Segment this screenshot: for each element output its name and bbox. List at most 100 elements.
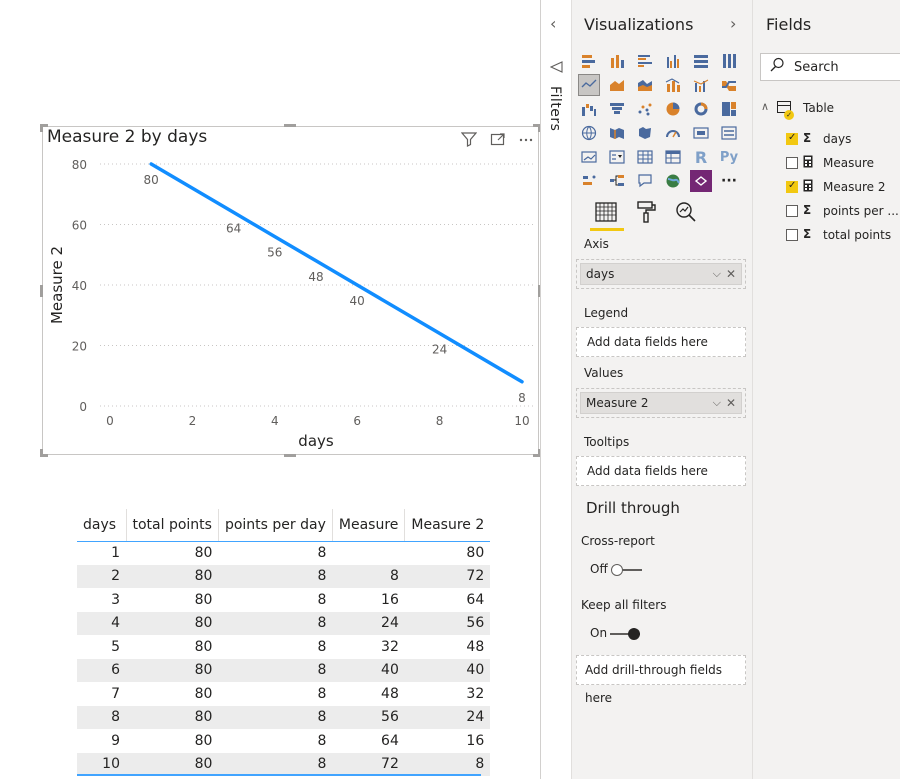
table-row[interactable]: 4 80 8 24 56 [77, 611, 491, 635]
axis-well[interactable]: days ⌵ ✕ [576, 259, 746, 289]
matrix-icon[interactable] [662, 146, 684, 168]
resize-handle[interactable] [40, 124, 43, 132]
table-row[interactable]: 8 80 8 56 24 [77, 705, 491, 729]
ribbon-chart-icon[interactable] [718, 74, 740, 96]
visual-type-gallery: R Py ··· [578, 50, 746, 194]
map-icon[interactable] [578, 122, 600, 144]
values-field-pill[interactable]: Measure 2 ⌵ ✕ [580, 392, 742, 414]
resize-handle[interactable] [40, 449, 43, 457]
resize-handle[interactable] [284, 454, 296, 457]
kpi-icon[interactable] [578, 146, 600, 168]
gauge-icon[interactable] [662, 122, 684, 144]
column-header[interactable]: days [77, 509, 126, 542]
fields-well-icon[interactable] [594, 200, 618, 226]
line-chart-icon[interactable] [578, 74, 600, 96]
chevron-down-icon[interactable]: ⌵ [713, 393, 721, 413]
table-cell: 40 [332, 658, 405, 682]
slicer-icon[interactable] [606, 146, 628, 168]
remove-field-icon[interactable]: ✕ [726, 264, 736, 284]
decomposition-tree-icon[interactable] [606, 170, 628, 192]
table-row[interactable]: 9 80 8 64 16 [77, 729, 490, 753]
key-influencers-icon[interactable] [578, 170, 600, 192]
table-icon[interactable] [634, 146, 656, 168]
field-item[interactable]: Measure [786, 155, 900, 173]
column-header[interactable]: Measure [331, 509, 405, 542]
table-cell: 2 [77, 564, 126, 588]
line-and-stacked-column-icon[interactable] [662, 74, 684, 96]
analytics-icon[interactable] [674, 200, 698, 226]
table-row[interactable]: 5 80 8 32 48 [77, 635, 490, 659]
shape-map-icon[interactable] [634, 122, 656, 144]
legend-well[interactable]: Add data fields here [576, 327, 746, 357]
field-checkbox[interactable] [786, 229, 798, 241]
field-checkbox[interactable] [786, 132, 798, 145]
arcgis-map-icon[interactable] [662, 170, 684, 192]
get-more-visuals-icon[interactable]: ··· [718, 170, 740, 192]
table-row[interactable]: 2 80 8 8 72 [77, 564, 491, 588]
field-checkbox[interactable] [786, 157, 798, 169]
line-and-clustered-column-icon[interactable] [690, 74, 712, 96]
clustered-bar-chart-icon[interactable] [634, 50, 656, 72]
chevron-down-icon[interactable]: ⌵ [713, 264, 721, 284]
card-icon[interactable] [690, 122, 712, 144]
chevron-right-icon[interactable]: › [730, 14, 736, 33]
chevron-left-icon[interactable]: ‹ [550, 14, 556, 33]
remove-field-icon[interactable]: ✕ [726, 393, 736, 413]
100-stacked-bar-icon[interactable] [690, 50, 712, 72]
values-well[interactable]: Measure 2 ⌵ ✕ [576, 388, 746, 418]
column-header[interactable]: points per day [217, 509, 333, 542]
field-checkbox[interactable] [786, 205, 798, 217]
stacked-bar-chart-icon[interactable] [578, 50, 600, 72]
scatter-chart-icon[interactable] [634, 98, 656, 120]
field-item[interactable]: Σtotal points [786, 227, 900, 245]
column-header[interactable]: total points [125, 509, 219, 542]
chevron-up-icon[interactable]: ∧ [761, 100, 769, 113]
r-visual-icon[interactable]: R [690, 146, 712, 168]
tooltips-well[interactable]: Add data fields here [576, 456, 746, 486]
table-cell: 80 [194, 732, 213, 749]
table-row[interactable]: 7 80 8 48 32 [77, 682, 490, 706]
100-stacked-column-icon[interactable] [718, 50, 740, 72]
waterfall-chart-icon[interactable] [578, 98, 600, 120]
field-item[interactable]: Measure 2 [786, 179, 900, 197]
field-label: Measure 2 [823, 180, 886, 194]
treemap-icon[interactable] [718, 98, 740, 120]
field-checkbox[interactable] [786, 180, 798, 193]
resize-handle[interactable] [40, 285, 43, 297]
clustered-column-chart-icon[interactable] [662, 50, 684, 72]
stacked-area-chart-icon[interactable] [634, 74, 656, 96]
sigma-icon: Σ [803, 131, 812, 145]
table-row[interactable]: 3 80 8 16 64 [77, 588, 490, 612]
donut-chart-icon[interactable] [690, 98, 712, 120]
funnel-chart-icon[interactable] [606, 98, 628, 120]
table-row[interactable]: 6 80 8 40 40 [77, 658, 491, 682]
line-chart-visual[interactable]: Measure 2 by days 0 20 40 60 80 0 2 4 6 8 10 days Me… [42, 126, 539, 455]
area-chart-icon[interactable] [606, 74, 628, 96]
qa-visual-icon[interactable] [634, 170, 656, 192]
search-input[interactable]: Search [760, 53, 900, 81]
filters-label[interactable]: Filters [547, 86, 563, 131]
resize-handle[interactable] [284, 124, 296, 127]
table-row[interactable]: 10 80 8 72 8 [77, 752, 491, 776]
python-visual-icon[interactable]: Py [718, 146, 740, 168]
paint-roller-icon[interactable] [634, 200, 658, 226]
table-node[interactable]: ∧ ✓ Table [761, 100, 900, 120]
column-header[interactable]: Measure 2 [404, 509, 491, 542]
x-tick-label: 10 [514, 414, 529, 428]
axis-field-pill[interactable]: days ⌵ ✕ [580, 263, 742, 285]
table-row[interactable]: 1 80 8 80 [77, 541, 490, 565]
stacked-column-chart-icon[interactable] [606, 50, 628, 72]
field-item[interactable]: Σdays [786, 131, 900, 149]
filled-map-icon[interactable] [606, 122, 628, 144]
table-cell: 6 [77, 658, 126, 682]
table-visual[interactable]: days total points points per day Measure… [77, 509, 491, 776]
table-cell: 8 [77, 705, 126, 729]
pie-chart-icon[interactable] [662, 98, 684, 120]
report-canvas[interactable]: Measure 2 by days 0 20 40 60 80 0 2 4 6 8 10 days Me… [0, 0, 541, 779]
filters-pane-collapsed[interactable]: ‹ Filters [540, 0, 572, 779]
drill-through-well[interactable]: Add drill-through fields here [576, 655, 746, 705]
power-apps-icon[interactable] [690, 170, 712, 192]
field-item[interactable]: Σpoints per ... [786, 203, 900, 221]
multi-row-card-icon[interactable] [718, 122, 740, 144]
table-cell: 80 [126, 564, 219, 588]
